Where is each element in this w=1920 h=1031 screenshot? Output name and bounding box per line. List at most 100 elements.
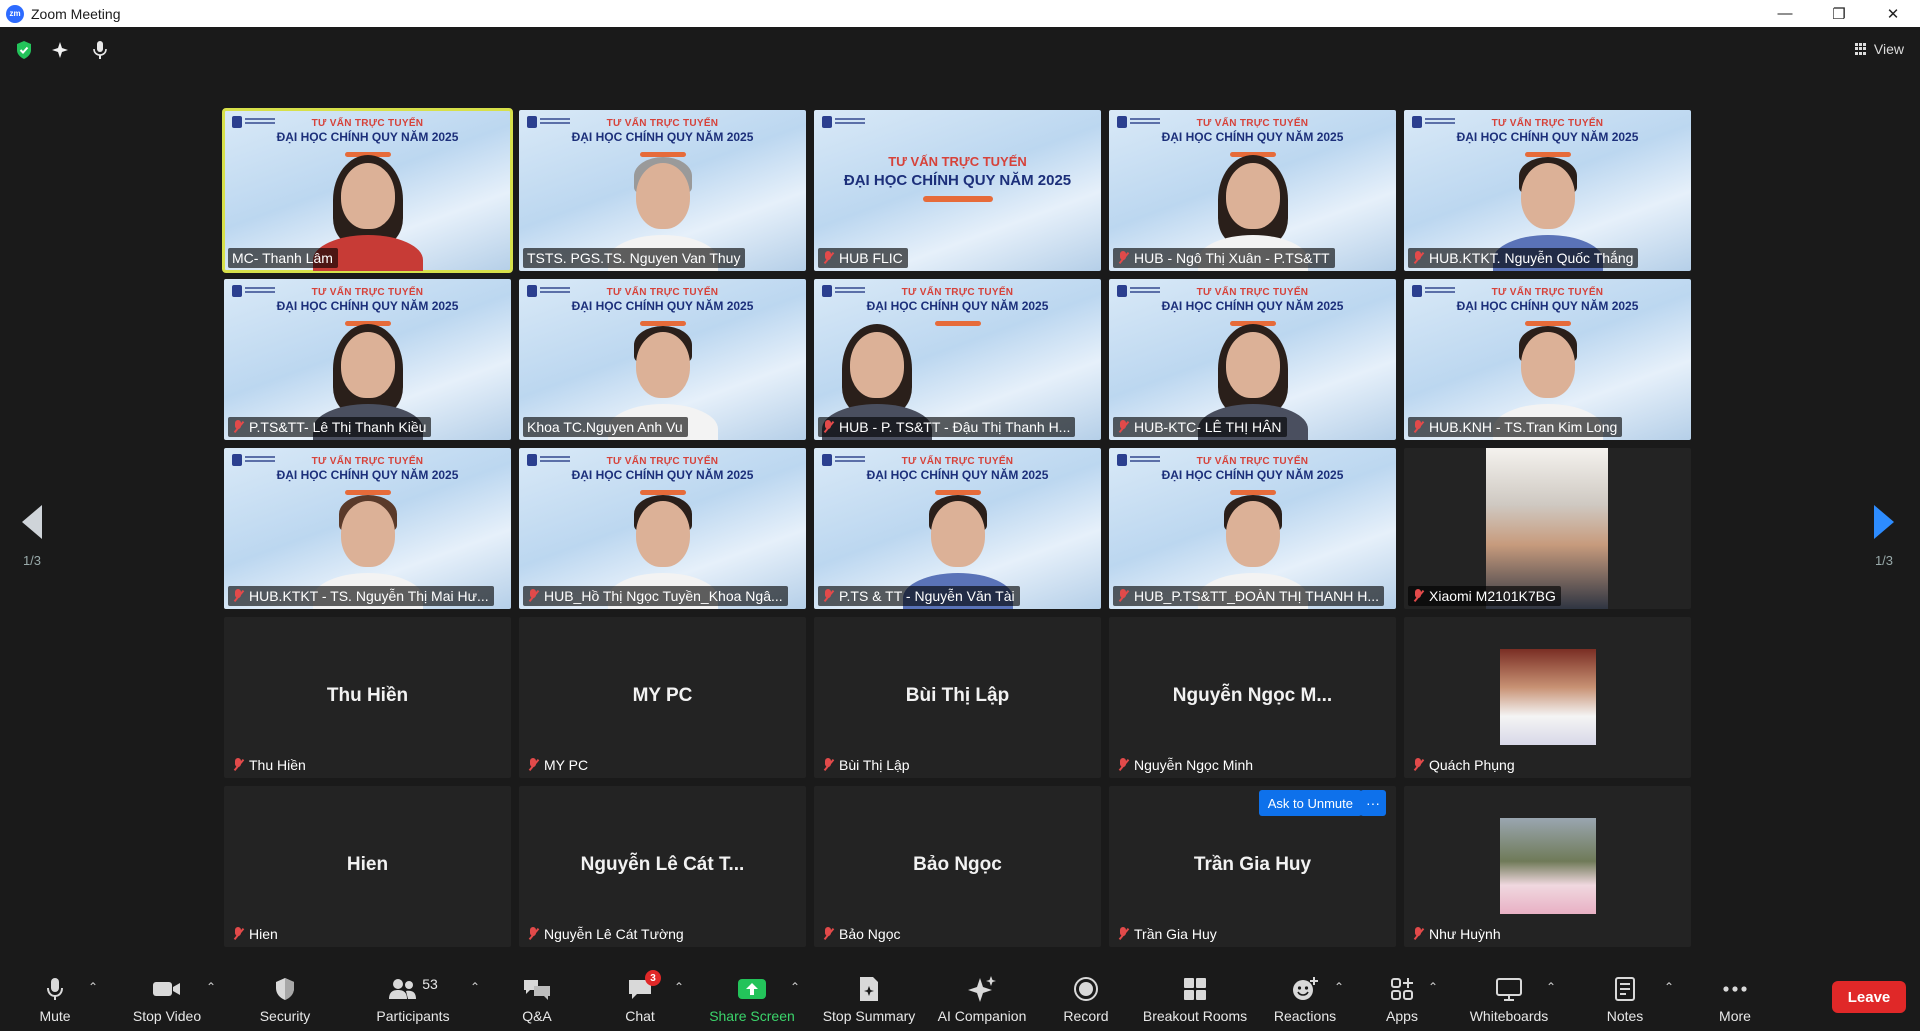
close-window-button[interactable]: ✕ [1866,0,1920,27]
muted-mic-icon [822,251,834,265]
participant-display-name: Bùi Thị Lập [905,685,1010,706]
view-button[interactable]: View [1854,41,1904,57]
participant-tile[interactable]: TƯ VẤN TRỰC TUYẾN ĐẠI HỌC CHÍNH QUY NĂM 2… [519,279,806,440]
participant-name: Nguyễn Ngọc Minh [1134,757,1254,773]
banner-line2: ĐẠI HỌC CHÍNH QUY NĂM 2025 [571,299,754,313]
stop-video-button[interactable]: Stop Video [128,966,206,1031]
participant-tile[interactable]: Ask to Unmute ··· Trần Gia Huy Trần Gia … [1109,786,1396,947]
banner-line1: TƯ VẤN TRỰC TUYẾN [311,456,424,467]
reactions-button[interactable]: Reactions [1272,966,1338,1031]
muted-mic-icon [232,927,244,941]
participant-nametag: HUB - Ngô Thị Xuân - P.TS&TT [1113,248,1335,268]
participant-name: Hien [249,926,278,942]
participant-name: HUB.KNH - TS.Tran Kim Long [1429,419,1618,435]
participant-tile[interactable]: TƯ VẤN TRỰC TUYẾN ĐẠI HỌC CHÍNH QUY NĂM 2… [224,448,511,609]
participant-tile[interactable]: Bùi Thị Lập Bùi Thị Lập [814,617,1101,778]
security-button[interactable]: Security [250,966,320,1031]
banner-line2: ĐẠI HỌC CHÍNH QUY NĂM 2025 [1456,130,1639,144]
muted-mic-icon [1412,251,1424,265]
ai-sparkle-icon[interactable] [49,39,71,61]
participant-name: Trần Gia Huy [1134,926,1217,942]
chat-bubble-icon: 3 [627,970,661,1004]
participant-tile[interactable]: TƯ VẤN TRỰC TUYẾN ĐẠI HỌC CHÍNH QUY NĂM 2… [519,448,806,609]
tile-more-options-button[interactable]: ··· [1360,790,1386,816]
participant-tile[interactable]: Nguyễn Lê Cát T... Nguyễn Lê Cát Tường [519,786,806,947]
chat-button[interactable]: 3 Chat [620,966,661,1031]
apps-button[interactable]: Apps [1380,966,1424,1031]
participant-tile[interactable]: MY PC MY PC [519,617,806,778]
share-screen-button[interactable]: Share Screen [708,966,796,1031]
qa-button[interactable]: Q&A [512,966,562,1031]
participant-name: Xiaomi M2101K7BG [1429,588,1556,604]
next-page-nav[interactable]: 1/3 [1874,505,1894,568]
restore-button[interactable]: ❐ [1812,0,1866,27]
participant-tile[interactable]: TƯ VẤN TRỰC TUYẾN ĐẠI HỌC CHÍNH QUY NĂM 2… [814,110,1101,271]
participant-nametag: Như Huỳnh [1408,924,1506,944]
audio-options-chevron-icon[interactable]: ⌃ [88,980,98,994]
window-title: Zoom Meeting [31,5,121,22]
banner-line1: TƯ VẤN TRỰC TUYẾN [901,456,1014,467]
participant-name: HUB_P.TS&TT_ĐOÀN THỊ THANH H... [1134,588,1380,604]
muted-mic-icon [1117,758,1129,772]
participant-tile[interactable]: TƯ VẤN TRỰC TUYẾN ĐẠI HỌC CHÍNH QUY NĂM 2… [1404,110,1691,271]
participant-tile[interactable]: TƯ VẤN TRỰC TUYẾN ĐẠI HỌC CHÍNH QUY NĂM 2… [1109,448,1396,609]
previous-page-nav[interactable]: 1/3 [22,505,42,568]
minimize-button[interactable]: — [1758,0,1812,27]
participant-tile[interactable]: Thu Hiền Thu Hiền [224,617,511,778]
ai-companion-button[interactable]: AI Companion [932,966,1032,1031]
muted-mic-icon [1412,420,1424,434]
participants-count: 53 [422,976,438,992]
encryption-shield-icon[interactable] [13,39,35,61]
participant-tile[interactable]: Quách Phụng [1404,617,1691,778]
participant-tile[interactable]: TƯ VẤN TRỰC TUYẾN ĐẠI HỌC CHÍNH QUY NĂM 2… [224,279,511,440]
banner-line2: ĐẠI HỌC CHÍNH QUY NĂM 2025 [866,468,1049,482]
participant-tile[interactable]: Xiaomi M2101K7BG [1404,448,1691,609]
participant-tile[interactable]: TƯ VẤN TRỰC TUYẾN ĐẠI HỌC CHÍNH QUY NĂM 2… [1404,279,1691,440]
notes-button[interactable]: Notes [1602,966,1648,1031]
participant-nametag: HUB - P. TS&TT - Đậu Thị Thanh H... [818,417,1076,437]
participant-tile[interactable]: Hien Hien [224,786,511,947]
window-titlebar: zm Zoom Meeting — ❐ ✕ [0,0,1920,27]
more-button[interactable]: More [1712,966,1758,1031]
participant-tile[interactable]: Bảo Ngọc Bảo Ngọc [814,786,1101,947]
participant-name: Quách Phụng [1429,757,1515,773]
participant-display-name: MY PC [632,685,693,706]
participant-tile[interactable]: TƯ VẤN TRỰC TUYẾN ĐẠI HỌC CHÍNH QUY NĂM 2… [814,279,1101,440]
ai-companion-label: AI Companion [937,1008,1027,1024]
ask-to-unmute-button[interactable]: Ask to Unmute [1258,790,1362,816]
video-options-chevron-icon[interactable]: ⌃ [206,980,216,994]
whiteboards-button[interactable]: Whiteboards [1464,966,1554,1031]
arrow-right-icon[interactable] [1874,505,1894,539]
mute-button[interactable]: Mute [28,966,82,1031]
participants-options-chevron-icon[interactable]: ⌃ [470,980,480,994]
leave-meeting-button[interactable]: Leave [1832,981,1906,1013]
share-options-chevron-icon[interactable]: ⌃ [790,980,800,994]
participant-name: MY PC [544,757,589,773]
chat-options-chevron-icon[interactable]: ⌃ [674,980,684,994]
participant-tile[interactable]: TƯ VẤN TRỰC TUYẾN ĐẠI HỌC CHÍNH QUY NĂM 2… [1109,110,1396,271]
participant-nametag: Thu Hiền [228,755,311,775]
participant-tile[interactable]: Như Huỳnh [1404,786,1691,947]
banner-line2: ĐẠI HỌC CHÍNH QUY NĂM 2025 [1456,299,1639,313]
stop-summary-button[interactable]: Stop Summary [818,966,920,1031]
participant-nametag: Nguyễn Ngọc Minh [1113,755,1258,775]
audio-indicator-icon[interactable] [89,39,111,61]
participants-button[interactable]: 53 Participants [368,966,458,1031]
banner-line2: ĐẠI HỌC CHÍNH QUY NĂM 2025 [1161,299,1344,313]
participant-tile[interactable]: Nguyễn Ngọc M... Nguyễn Ngọc Minh [1109,617,1396,778]
record-button[interactable]: Record [1060,966,1112,1031]
notes-options-chevron-icon[interactable]: ⌃ [1664,980,1674,994]
apps-options-chevron-icon[interactable]: ⌃ [1428,980,1438,994]
participant-tile[interactable]: TƯ VẤN TRỰC TUYẾN ĐẠI HỌC CHÍNH QUY NĂM 2… [519,110,806,271]
arrow-left-icon[interactable] [22,505,42,539]
breakout-rooms-button[interactable]: Breakout Rooms [1140,966,1250,1031]
whiteboards-options-chevron-icon[interactable]: ⌃ [1546,980,1556,994]
participant-nametag: HUB FLIC [818,248,908,268]
reactions-options-chevron-icon[interactable]: ⌃ [1334,980,1344,994]
banner-line2: ĐẠI HỌC CHÍNH QUY NĂM 2025 [1161,130,1344,144]
participant-tile[interactable]: TƯ VẤN TRỰC TUYẾN ĐẠI HỌC CHÍNH QUY NĂM 2… [222,108,513,273]
banner-line1: TƯ VẤN TRỰC TUYẾN [1196,118,1309,129]
participant-tile[interactable]: TƯ VẤN TRỰC TUYẾN ĐẠI HỌC CHÍNH QUY NĂM 2… [814,448,1101,609]
participant-tile[interactable]: TƯ VẤN TRỰC TUYẾN ĐẠI HỌC CHÍNH QUY NĂM 2… [1109,279,1396,440]
participant-nametag: MY PC [523,755,593,775]
